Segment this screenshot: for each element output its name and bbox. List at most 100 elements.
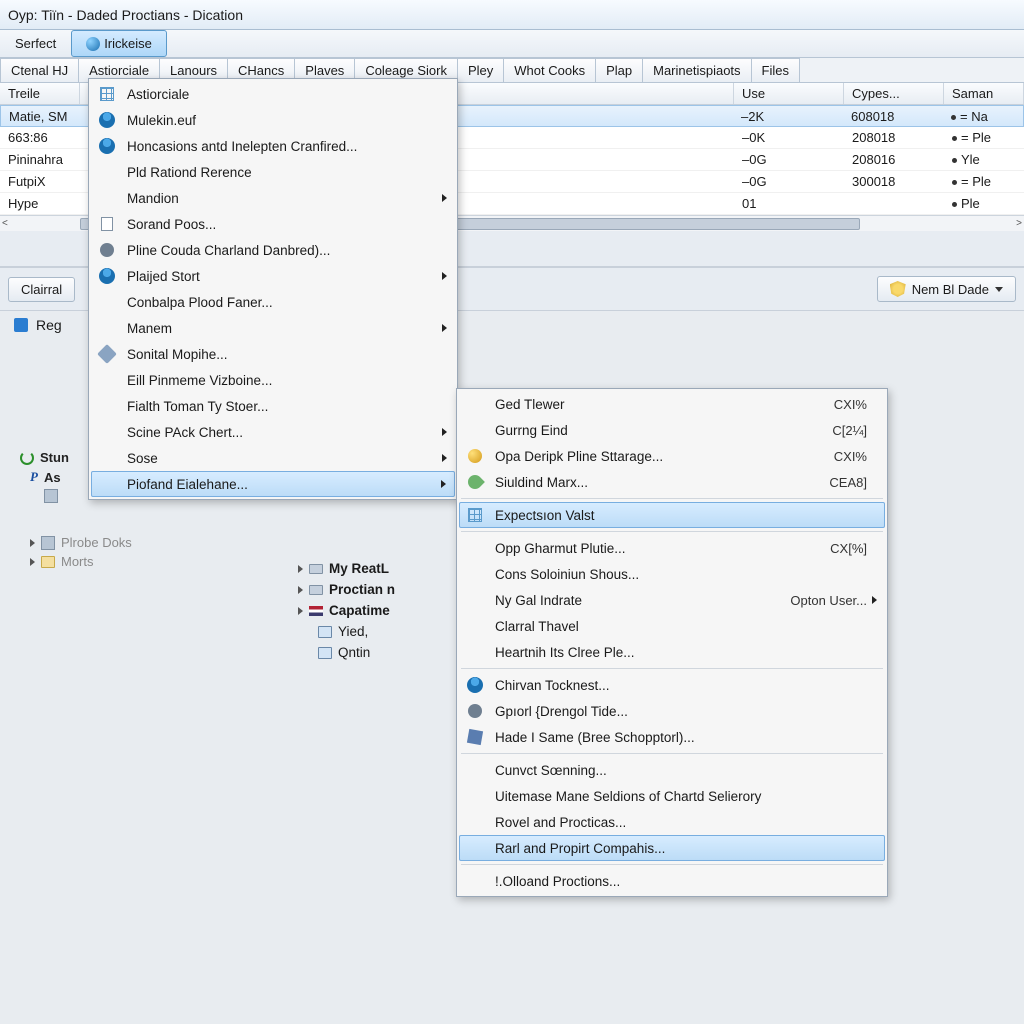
- shield-icon: [890, 281, 906, 297]
- separator: [461, 864, 883, 865]
- menu-item[interactable]: Rovel and Procticas...: [459, 809, 885, 835]
- expand-icon[interactable]: [30, 558, 35, 566]
- grid-icon: [100, 87, 114, 101]
- dropdown-primary: AstiorcialeMulekin.eufHoncasions antd In…: [88, 78, 458, 500]
- shortcut: CXI%: [794, 397, 867, 412]
- menu-item[interactable]: Rarl and Propirt Compahis...: [459, 835, 885, 861]
- tree-item[interactable]: My ReatL: [296, 558, 476, 579]
- menu-irickeise[interactable]: Irickeise: [71, 30, 167, 57]
- dropdown-submenu: Ged TlewerCXI%Gurrng EindC[2¼]Opa Deripk…: [456, 388, 888, 897]
- separator: [461, 668, 883, 669]
- mid-tree: My ReatLProctian nCapatimeYied,Qntin: [296, 558, 476, 663]
- th-cypes[interactable]: Cypes...: [844, 83, 944, 104]
- file-icon: [101, 217, 113, 231]
- menu-item[interactable]: Sorand Poos...: [91, 211, 455, 237]
- th-use[interactable]: Use: [734, 83, 844, 104]
- person-icon: [99, 112, 115, 128]
- menu-item[interactable]: Pline Couda Charland Danbred)...: [91, 237, 455, 263]
- menu-item[interactable]: Sonital Mopihe...: [91, 341, 455, 367]
- menu-item[interactable]: Opp Gharmut Plutie...CX[%]: [459, 535, 885, 561]
- menu-item[interactable]: Ny Gal IndrateOpton User...: [459, 587, 885, 613]
- grid-icon: [468, 508, 482, 522]
- menu-item[interactable]: Conbalpa Plood Faner...: [91, 289, 455, 315]
- menu-item[interactable]: Manem: [91, 315, 455, 341]
- ball-icon: [468, 449, 482, 463]
- tree-item[interactable]: Proctian n: [296, 579, 476, 600]
- nem-bl-dade-button[interactable]: Nem Bl Dade: [877, 276, 1016, 302]
- tab-files[interactable]: Files: [751, 58, 800, 82]
- drive2-icon: [309, 585, 323, 595]
- separator: [461, 531, 883, 532]
- menu-item[interactable]: Clarral Thavel: [459, 613, 885, 639]
- p-icon: P: [30, 469, 38, 485]
- tab-whot-cooks[interactable]: Whot Cooks: [503, 58, 596, 82]
- menu-item[interactable]: Eill Pinmeme Vizboine...: [91, 367, 455, 393]
- menu-item[interactable]: Hade I Same (Bree Schopptorl)...: [459, 724, 885, 750]
- menu-item[interactable]: Scine PAck Chert...: [91, 419, 455, 445]
- flag-icon: [309, 606, 323, 616]
- th-saman[interactable]: Saman: [944, 83, 1024, 104]
- menu-item[interactable]: Opa Deripk Pline Sttarage...CXI%: [459, 443, 885, 469]
- expand-icon[interactable]: [30, 539, 35, 547]
- panel-label: Reg: [36, 317, 62, 333]
- monitor-icon: [318, 626, 332, 638]
- shortcut: Opton User...: [750, 593, 867, 608]
- menu-item[interactable]: !.Olloand Proctions...: [459, 868, 885, 894]
- menu-item[interactable]: Cunvct Sœnning...: [459, 757, 885, 783]
- menu-item[interactable]: Astiorciale: [91, 81, 455, 107]
- titlebar: Oyp: Tiïn - Daded Proctians - Dication: [0, 0, 1024, 30]
- separator: [461, 498, 883, 499]
- menu-item[interactable]: Sose: [91, 445, 455, 471]
- clairral-button[interactable]: Clairral: [8, 277, 75, 302]
- separator: [461, 753, 883, 754]
- square-icon: [44, 489, 58, 503]
- gear-icon: [468, 704, 482, 718]
- monitor-icon: [318, 647, 332, 659]
- person-icon: [99, 268, 115, 284]
- expand-icon[interactable]: [298, 586, 303, 594]
- expand-icon[interactable]: [298, 607, 303, 615]
- tree-item[interactable]: Capatime: [296, 600, 476, 621]
- expand-icon[interactable]: [298, 565, 303, 573]
- menu-item[interactable]: Chirvan Tocknest...: [459, 672, 885, 698]
- menu-item[interactable]: Heartnih Its Clree Ple...: [459, 639, 885, 665]
- tab-pley[interactable]: Pley: [457, 58, 504, 82]
- menu-item[interactable]: Mandion: [91, 185, 455, 211]
- menu-item[interactable]: Ged TlewerCXI%: [459, 391, 885, 417]
- menu-item[interactable]: Mulekin.euf: [91, 107, 455, 133]
- menu-item[interactable]: Siuldind Marx...CEA8]: [459, 469, 885, 495]
- window-title: Oyp: Tiïn - Daded Proctians - Dication: [8, 7, 243, 23]
- menu-serfect[interactable]: Serfect: [0, 30, 71, 57]
- shortcut: C[2¼]: [792, 423, 867, 438]
- menubar: Serfect Irickeise: [0, 30, 1024, 58]
- menu-item[interactable]: Plaijed Stort: [91, 263, 455, 289]
- shortcut: CXI%: [794, 449, 867, 464]
- menu-item[interactable]: Gurrng EindC[2¼]: [459, 417, 885, 443]
- menu-item[interactable]: Honcasions antd Inelepten Cranfired...: [91, 133, 455, 159]
- tree-morts[interactable]: Morts: [16, 552, 276, 571]
- tree-item[interactable]: Qntin: [296, 642, 476, 663]
- menu-item[interactable]: Piofand Eialehane...: [91, 471, 455, 497]
- refresh-icon: [20, 451, 34, 465]
- gear-icon: [100, 243, 114, 257]
- tree-plrobe[interactable]: Plrobe Doks: [16, 533, 276, 552]
- person-icon: [99, 138, 115, 154]
- tab-marinetispiaots[interactable]: Marinetispiaots: [642, 58, 751, 82]
- menu-item[interactable]: Pld Rationd Rerence: [91, 159, 455, 185]
- menu-item[interactable]: Uitemase Mane Seldions of Chartd Seliero…: [459, 783, 885, 809]
- person-icon: [467, 677, 483, 693]
- square-icon: [41, 536, 55, 550]
- th-treile[interactable]: Treile: [0, 83, 80, 104]
- menu-item[interactable]: Cons Soloiniun Shous...: [459, 561, 885, 587]
- menu-item[interactable]: Fialth Toman Ty Stoer...: [91, 393, 455, 419]
- panel-icon: [14, 318, 28, 332]
- tab-ctenal-hj[interactable]: Ctenal HJ: [0, 58, 79, 82]
- folder-icon: [41, 556, 55, 568]
- leaf-icon: [465, 472, 485, 492]
- menu-item[interactable]: Gpıorl {Drengol Tide...: [459, 698, 885, 724]
- drive-icon: [309, 564, 323, 574]
- globe-icon: [86, 37, 100, 51]
- tab-plap[interactable]: Plap: [595, 58, 643, 82]
- tree-item[interactable]: Yied,: [296, 621, 476, 642]
- menu-item[interactable]: Expectsıon Valst: [459, 502, 885, 528]
